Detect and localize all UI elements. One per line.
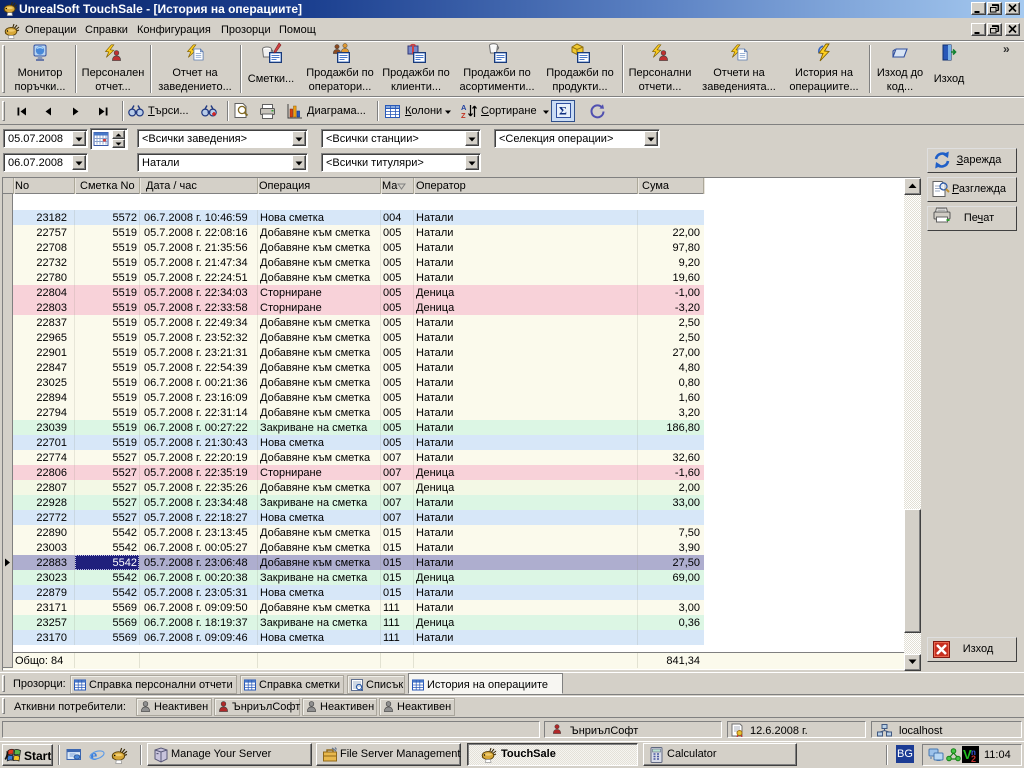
svg-text:e: e	[91, 748, 98, 763]
svg-text:Σ: Σ	[559, 104, 567, 118]
svg-text:Z: Z	[461, 111, 466, 119]
svg-text:2: 2	[971, 754, 976, 763]
